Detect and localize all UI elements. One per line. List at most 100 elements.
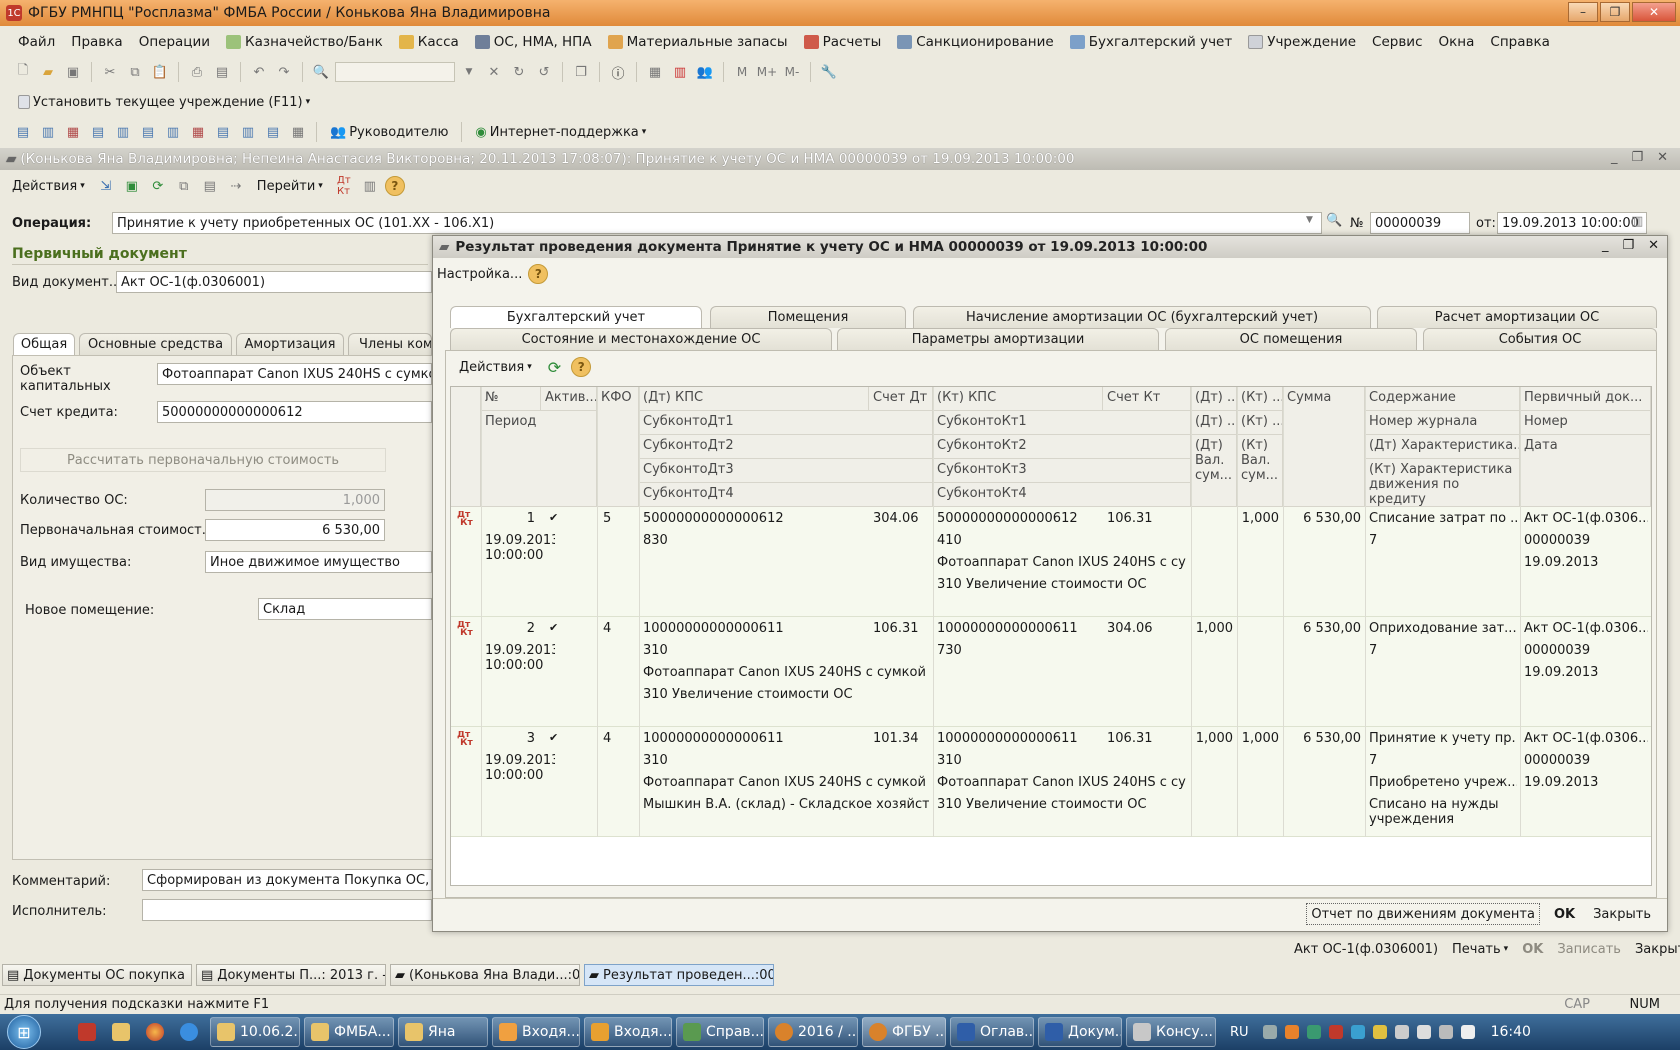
col-sub-kt1[interactable]: СубконтоКт1	[933, 411, 1191, 435]
col-sum[interactable]: Сумма	[1283, 387, 1365, 507]
tray-icon[interactable]	[1328, 1025, 1343, 1039]
menu-accounting[interactable]: Бухгалтерский учет	[1062, 34, 1241, 50]
search-input[interactable]	[335, 62, 455, 82]
form-print-link[interactable]: Акт ОС-1(ф.0306001)	[1290, 938, 1442, 960]
tab-amortization[interactable]: Амортизация	[236, 333, 344, 355]
taskbar-item[interactable]: ФМБА...	[304, 1017, 394, 1047]
credit-account-field[interactable]: 50000000000000612	[157, 401, 432, 423]
menu-help[interactable]: Справка	[1482, 34, 1557, 50]
menu-settlements[interactable]: Расчеты	[796, 34, 890, 50]
table-row[interactable]: Дт Кт 3 ✔ 19.09.2013 10:00:00 4 10000000…	[451, 727, 1651, 837]
col-kt-cur[interactable]: (Кт) Вал. сум...	[1237, 435, 1283, 507]
users-icon[interactable]: 👥	[694, 61, 716, 83]
dt-kt-icon[interactable]: Дт Кт	[333, 175, 355, 197]
post-close-icon[interactable]: ⇲	[95, 175, 117, 197]
col-sub-dt2[interactable]: СубконтоДт2	[639, 435, 933, 459]
windows-icon[interactable]: ❐	[570, 61, 592, 83]
report-icon[interactable]: ▦	[62, 121, 84, 143]
paste-icon[interactable]: 📋	[149, 61, 171, 83]
report-icon[interactable]: ▤	[137, 121, 159, 143]
menu-windows[interactable]: Окна	[1431, 34, 1483, 50]
calculate-initial-cost-button[interactable]: Рассчитать первоначальную стоимость	[20, 448, 386, 472]
tray-icon[interactable]	[1284, 1025, 1299, 1039]
doc-type-field[interactable]: Акт ОС-1(ф.0306001)	[116, 271, 432, 293]
calculator-icon[interactable]: ▦	[644, 61, 666, 83]
col-dt-qty[interactable]: (Дт) ...	[1191, 387, 1237, 411]
find-next-icon[interactable]: ↻	[508, 61, 530, 83]
property-type-field[interactable]: Иное движимое имущество	[205, 551, 432, 573]
menu-file[interactable]: Файл	[10, 34, 63, 50]
col-date[interactable]: Дата	[1520, 435, 1651, 507]
tray-icon[interactable]	[1306, 1025, 1321, 1039]
app-1c-icon[interactable]	[78, 1023, 96, 1041]
dialog-close-icon[interactable]: ✕	[1648, 238, 1659, 253]
taskbar-item[interactable]: Консу...	[1126, 1017, 1216, 1047]
cut-icon[interactable]: ✂	[99, 61, 121, 83]
col-sub-dt3[interactable]: СубконтоДт3	[639, 459, 933, 483]
window-tab-document[interactable]: ▰ (Конькова Яна Влади...:00	[390, 964, 580, 986]
language-indicator[interactable]: RU	[1230, 1025, 1249, 1040]
m-icon[interactable]: M	[731, 61, 753, 83]
calendar-icon[interactable]: ▥	[1631, 214, 1643, 229]
manager-button[interactable]: 👥 Руководителю	[324, 121, 454, 143]
print-menu[interactable]: Печать ▾	[1448, 938, 1512, 960]
col-kt-qty[interactable]: (Кт) ...	[1237, 387, 1283, 411]
m-plus-icon[interactable]: M+	[756, 61, 778, 83]
col-primary[interactable]: Первичный док...	[1520, 387, 1651, 411]
taskbar-item[interactable]: Входя...	[584, 1017, 672, 1047]
taskbar-item[interactable]: Входя...	[492, 1017, 580, 1047]
tab-os-rooms[interactable]: ОС помещения	[1165, 328, 1417, 350]
col-dt-kps[interactable]: (Дт) КПС	[639, 387, 869, 411]
menu-edit[interactable]: Правка	[63, 34, 130, 50]
tray-icon[interactable]	[1394, 1025, 1409, 1039]
report-icon[interactable]: ▥	[112, 121, 134, 143]
search-icon[interactable]: 🔍	[310, 61, 332, 83]
col-dt-cur[interactable]: (Дт) Вал. сум...	[1191, 435, 1237, 507]
tab-commission[interactable]: Члены ком	[348, 333, 432, 355]
grid-actions-menu[interactable]: Действия ▾	[453, 356, 538, 378]
tab-accounting[interactable]: Бухгалтерский учет	[450, 306, 702, 328]
report-icon[interactable]: ▥	[162, 121, 184, 143]
col-dt-char[interactable]: (Дт) Характеристика...	[1365, 435, 1520, 459]
col-kt-char[interactable]: (Кт) Характеристика движения по кредиту	[1365, 459, 1520, 507]
col-period[interactable]: Период	[481, 411, 597, 507]
tab-general[interactable]: Общая	[13, 333, 75, 355]
taskbar-item-active[interactable]: ФГБУ ...	[862, 1017, 946, 1047]
save-icon[interactable]: ▣	[62, 61, 84, 83]
doc-minimize-icon[interactable]: _	[1611, 150, 1618, 165]
table-row[interactable]: Дт Кт 2 ✔ 19.09.2013 10:00:00 4 10000000…	[451, 617, 1651, 727]
report-icon[interactable]: ▥	[237, 121, 259, 143]
report-icon[interactable]: ▤	[212, 121, 234, 143]
col-no[interactable]: №	[481, 387, 541, 411]
taskbar-item[interactable]: Докум...	[1038, 1017, 1122, 1047]
col-sub-kt2[interactable]: СубконтоКт2	[933, 435, 1191, 459]
volume-icon[interactable]	[1460, 1025, 1475, 1039]
copy-icon[interactable]: ⧉	[124, 61, 146, 83]
window-tab-os-purchase[interactable]: ▤ Документы ОС покупка	[2, 964, 192, 986]
table-row[interactable]: Дт Кт 1 ✔ 19.09.2013 10:00:00 5 50000000…	[451, 507, 1651, 617]
tab-os-events[interactable]: События ОС	[1423, 328, 1657, 350]
help-icon[interactable]: ?	[571, 357, 592, 377]
comment-field[interactable]: Сформирован из документа Покупка ОС, Н	[142, 869, 432, 891]
number-field[interactable]: 00000039	[1370, 212, 1470, 234]
tab-amortization-params[interactable]: Параметры амортизации	[837, 328, 1159, 350]
ie-icon[interactable]	[180, 1023, 198, 1041]
menu-fixed-assets[interactable]: ОС, НМА, НПА	[467, 34, 600, 50]
taskbar-item[interactable]: Яна	[398, 1017, 488, 1047]
tray-icon[interactable]	[1372, 1025, 1387, 1039]
open-icon[interactable]: ▰	[37, 61, 59, 83]
executor-field[interactable]	[142, 899, 432, 921]
dialog-close-button[interactable]: Закрыть	[1589, 903, 1655, 925]
dropdown-icon[interactable]: ▼	[458, 61, 480, 83]
taskbar-item[interactable]: Оглав...	[950, 1017, 1034, 1047]
maximize-button[interactable]: ❐	[1600, 2, 1630, 22]
clear-icon[interactable]: ✕	[483, 61, 505, 83]
menu-service[interactable]: Сервис	[1364, 34, 1430, 50]
menu-sanction[interactable]: Санкционирование	[889, 34, 1061, 50]
clock[interactable]: 16:40	[1491, 1024, 1531, 1040]
firefox-icon[interactable]	[146, 1023, 164, 1041]
doc-close-icon[interactable]: ✕	[1657, 150, 1668, 165]
taskbar-item[interactable]: 10.06.2...	[210, 1017, 300, 1047]
taskbar-item[interactable]: 2016 / ...	[768, 1017, 858, 1047]
report-icon[interactable]: ▤	[12, 121, 34, 143]
